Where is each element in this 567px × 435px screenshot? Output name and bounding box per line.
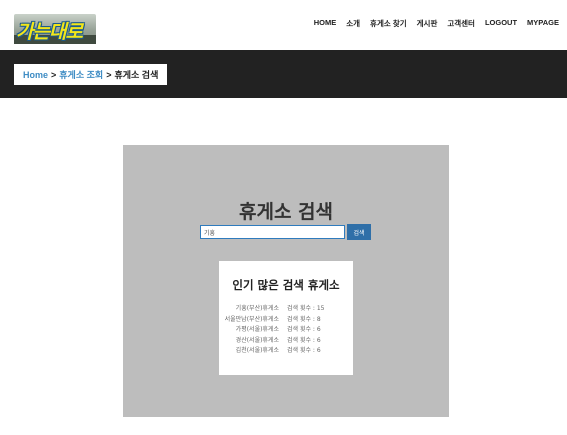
popular-rest-areas-card: 인기 많은 검색 휴게소 기흥(부산)휴게소 검색 횟수 : 15 서울만남(부… (219, 261, 353, 375)
nav-home[interactable]: HOME (314, 18, 337, 29)
breadcrumb-current: 휴게소 검색 (114, 70, 159, 80)
list-item[interactable]: 김천(서울)휴게소 검색 횟수 : 6 (223, 345, 349, 356)
breadcrumb-separator: > (51, 69, 57, 80)
site-logo[interactable]: 가는대로 (14, 14, 96, 44)
rest-area-name: 경산(서울)휴게소 (235, 336, 279, 344)
page-title: 휴게소 검색 (238, 201, 333, 223)
nav-about[interactable]: 소개 (346, 18, 360, 29)
popular-list: 기흥(부산)휴게소 검색 횟수 : 15 서울만남(부산)휴게소 검색 횟수 :… (223, 303, 349, 356)
search-count: 검색 횟수 : 15 (287, 305, 325, 312)
nav-logout[interactable]: LOGOUT (485, 18, 517, 29)
search-count: 검색 횟수 : 6 (287, 326, 321, 333)
rest-area-name: 서울만남(부산)휴게소 (224, 315, 279, 323)
search-button[interactable]: 검색 (347, 224, 371, 240)
rest-area-name: 기흥(부산)휴게소 (235, 305, 279, 312)
search-count: 검색 횟수 : 6 (287, 336, 321, 344)
popular-title: 인기 많은 검색 휴게소 (232, 278, 340, 292)
list-item[interactable]: 기흥(부산)휴게소 검색 횟수 : 15 (223, 303, 349, 314)
nav-customer-center[interactable]: 고객센터 (447, 18, 475, 29)
breadcrumb-band: Home > 휴게소 조회 > 휴게소 검색 (0, 50, 567, 98)
breadcrumb-home[interactable]: Home (23, 70, 48, 80)
rest-area-name: 가평(서울)휴게소 (235, 326, 279, 333)
site-header: 가는대로 HOME 소개 휴게소 찾기 게시판 고객센터 LOGOUT MYPA… (0, 0, 567, 50)
main-nav: HOME 소개 휴게소 찾기 게시판 고객센터 LOGOUT MYPAGE (314, 18, 559, 29)
search-count: 검색 횟수 : 6 (287, 347, 321, 354)
breadcrumb-section[interactable]: 휴게소 조회 (59, 68, 103, 81)
logo-text: 가는대로 (16, 21, 83, 43)
list-item[interactable]: 경산(서울)휴게소 검색 횟수 : 6 (223, 335, 349, 346)
search-input[interactable] (200, 225, 345, 239)
nav-mypage[interactable]: MYPAGE (527, 18, 559, 29)
list-item[interactable]: 가평(서울)휴게소 검색 횟수 : 6 (223, 324, 349, 335)
breadcrumb-separator: > (106, 69, 112, 80)
search-panel: 휴게소 검색 검색 인기 많은 검색 휴게소 기흥(부산)휴게소 검색 횟수 :… (123, 145, 449, 417)
nav-board[interactable]: 게시판 (417, 18, 438, 29)
search-count: 검색 횟수 : 8 (287, 315, 321, 323)
list-item[interactable]: 서울만남(부산)휴게소 검색 횟수 : 8 (223, 314, 349, 325)
nav-find-rest-area[interactable]: 휴게소 찾기 (370, 18, 407, 29)
rest-area-name: 김천(서울)휴게소 (235, 347, 279, 354)
breadcrumb: Home > 휴게소 조회 > 휴게소 검색 (14, 64, 168, 85)
